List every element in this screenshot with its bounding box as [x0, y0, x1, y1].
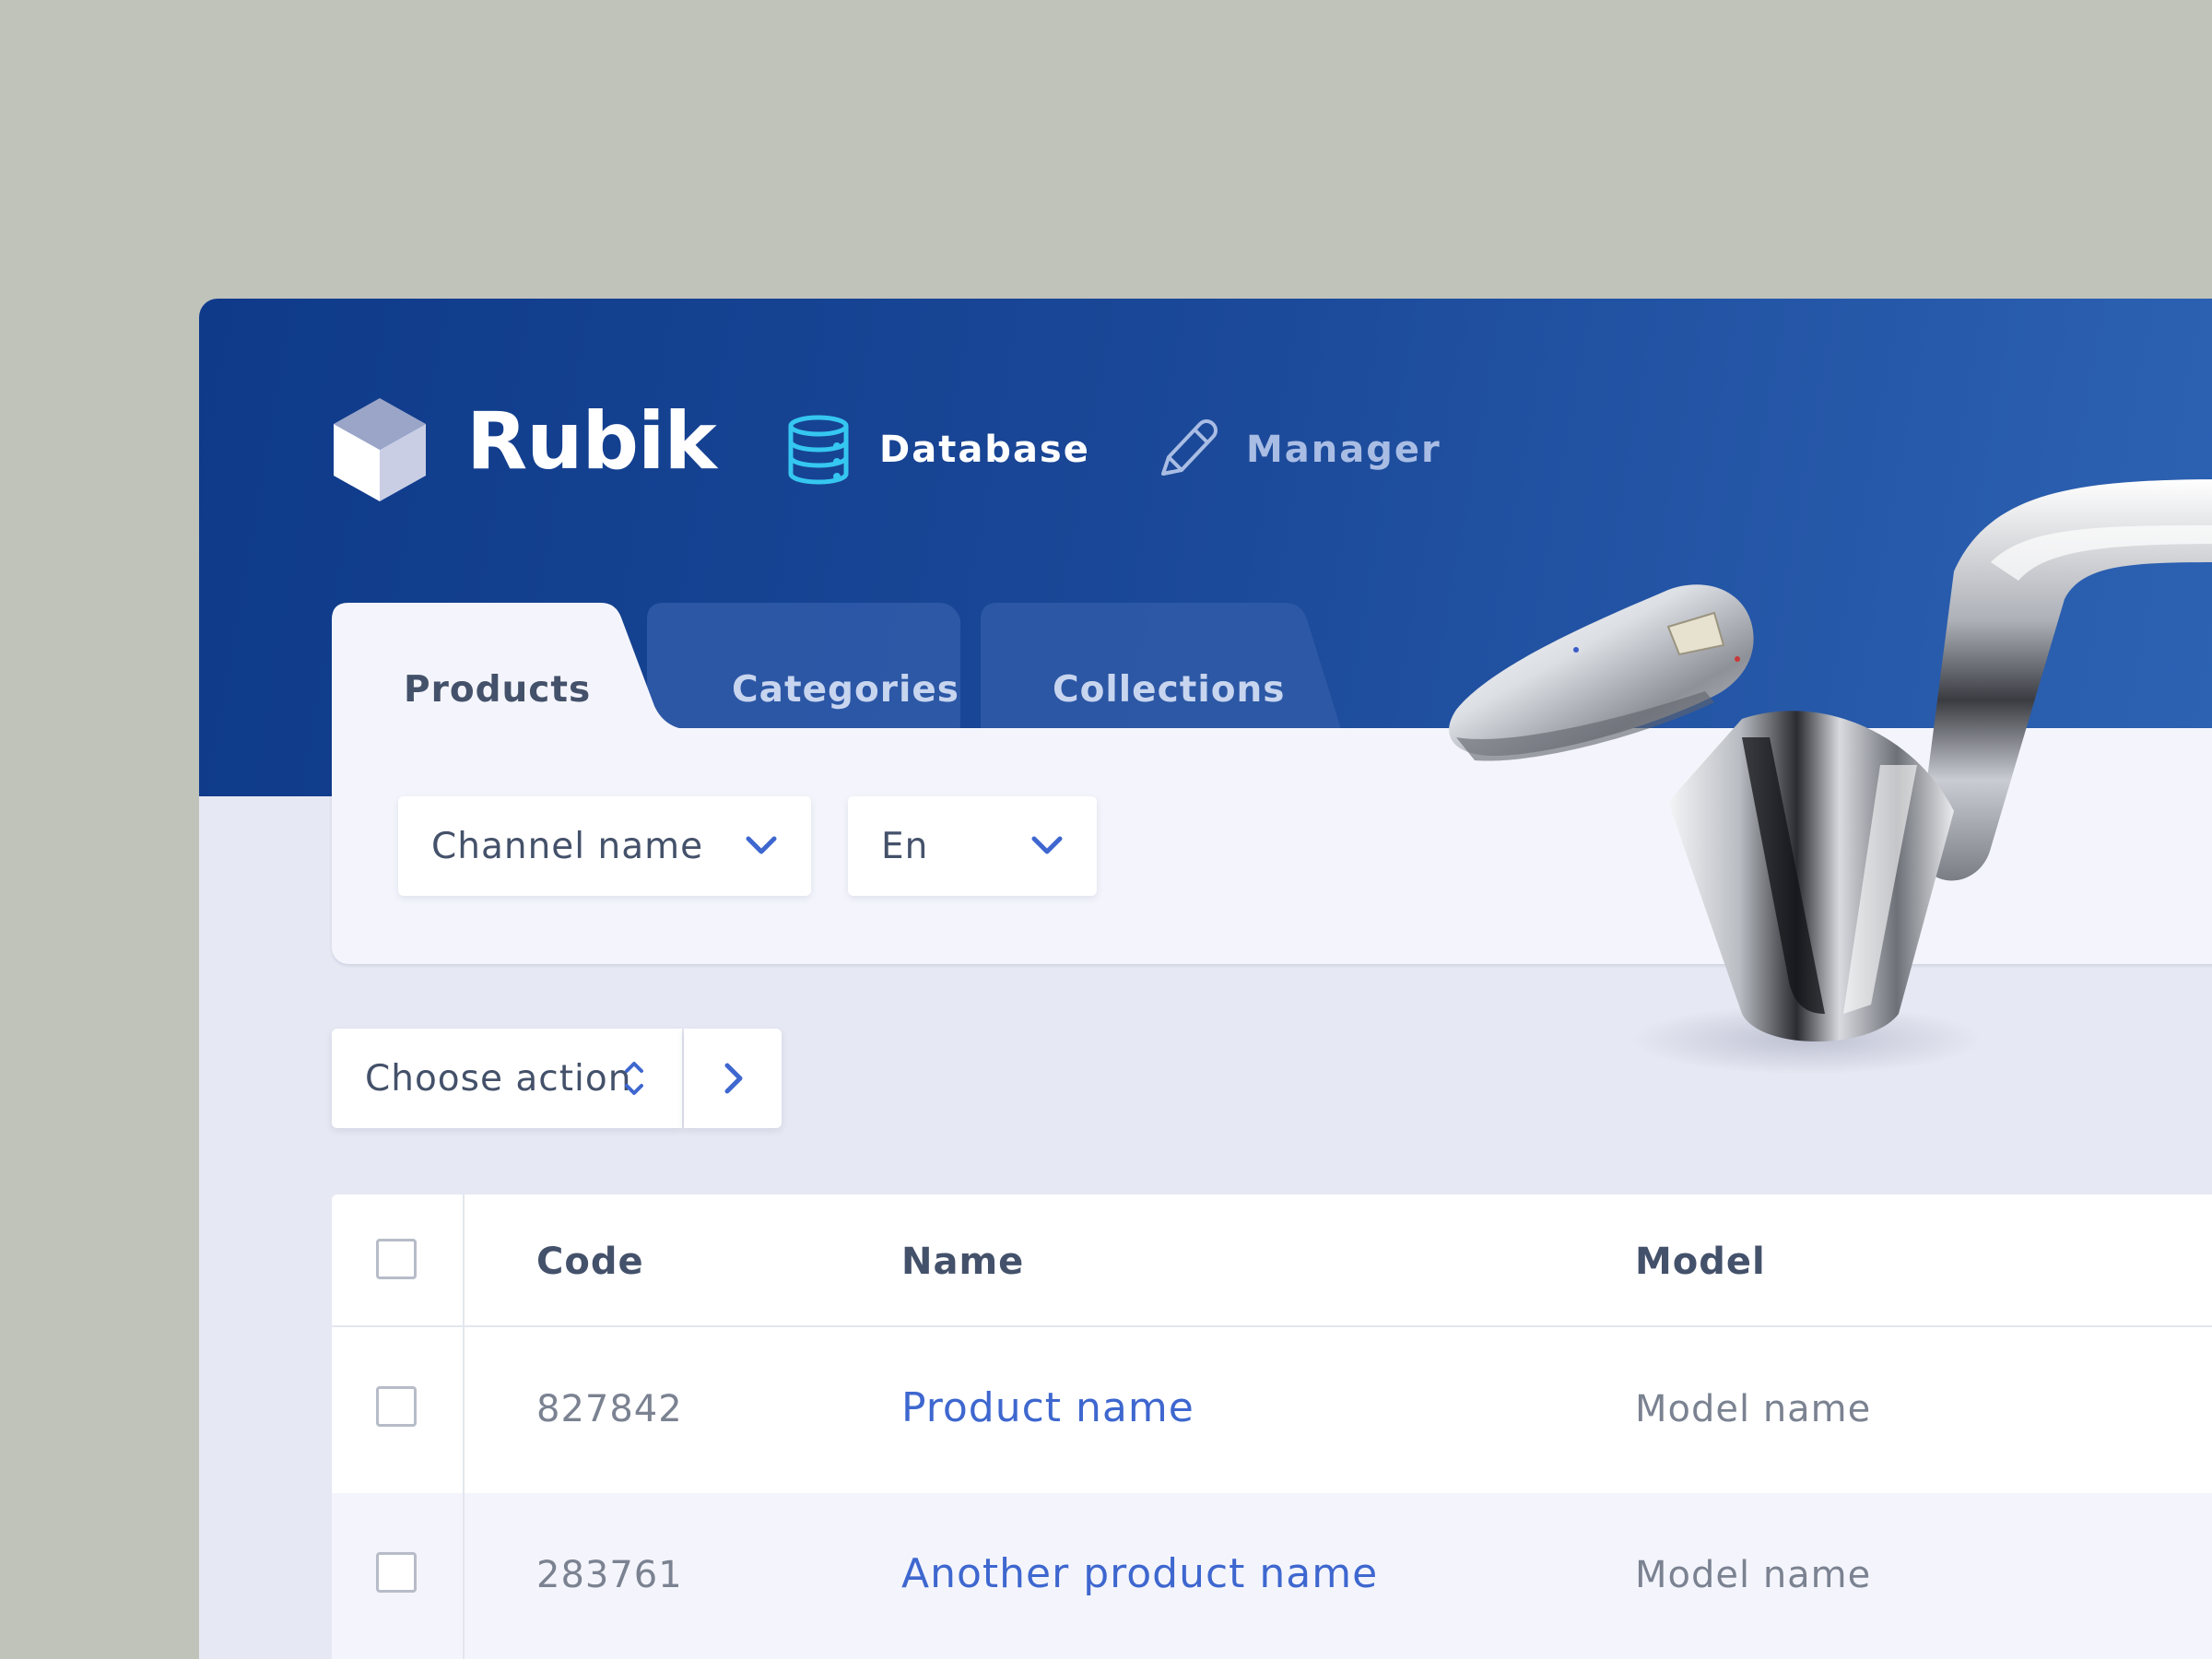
nav-item-label: Database: [879, 429, 1090, 471]
column-header-name[interactable]: Name: [901, 1241, 1024, 1283]
tab-products[interactable]: Products: [332, 603, 719, 732]
action-select[interactable]: Choose action: [332, 1029, 682, 1128]
action-select-value: Choose action: [365, 1057, 632, 1100]
channel-select-value: Channel name: [431, 825, 704, 867]
database-icon: [788, 415, 849, 485]
nav-item-manager[interactable]: Manager: [1152, 413, 1441, 487]
pencil-icon: [1161, 419, 1218, 476]
product-code: 283761: [536, 1554, 683, 1596]
chevron-right-icon: [724, 1063, 743, 1094]
table-row[interactable]: 827842 Product name Model name: [332, 1327, 2212, 1493]
tab-collections[interactable]: Collections: [981, 603, 1368, 732]
nav-item-database[interactable]: Database: [785, 413, 1090, 487]
table-header-row: Code Name Model: [332, 1194, 2212, 1327]
product-code: 827842: [536, 1388, 683, 1430]
row-checkbox[interactable]: [376, 1386, 417, 1427]
language-select-value: En: [881, 825, 929, 867]
product-model: Model name: [1635, 1554, 1872, 1596]
app-window: Rubik Database Manager Collections Categ…: [199, 299, 2212, 1659]
tab-label: Products: [404, 669, 592, 711]
chevron-down-icon: [746, 836, 777, 854]
product-name-link[interactable]: Product name: [901, 1384, 1194, 1431]
products-table: Code Name Model 827842 Product name Mode…: [332, 1194, 2212, 1659]
chevron-down-icon: [1031, 836, 1063, 854]
product-model: Model name: [1635, 1388, 1872, 1430]
apply-action-button[interactable]: [684, 1029, 782, 1128]
up-down-icon: [625, 1062, 643, 1095]
tab-shape: [981, 603, 1342, 732]
language-select[interactable]: En: [848, 796, 1097, 896]
select-all-checkbox[interactable]: [376, 1239, 417, 1279]
row-checkbox[interactable]: [376, 1552, 417, 1593]
product-name-link[interactable]: Another product name: [901, 1550, 1378, 1597]
column-divider: [463, 1194, 465, 1659]
column-header-code[interactable]: Code: [536, 1241, 644, 1283]
tab-label: Categories: [732, 669, 960, 711]
channel-select[interactable]: Channel name: [398, 796, 811, 896]
table-row[interactable]: 283761 Another product name Model name: [332, 1493, 2212, 1659]
cube-logo-icon: [334, 398, 426, 501]
tab-shape: [332, 603, 719, 732]
column-header-model[interactable]: Model: [1635, 1241, 1766, 1283]
nav-item-label: Manager: [1246, 429, 1441, 471]
app-title: Rubik: [466, 395, 717, 488]
tab-label: Collections: [1053, 669, 1286, 711]
